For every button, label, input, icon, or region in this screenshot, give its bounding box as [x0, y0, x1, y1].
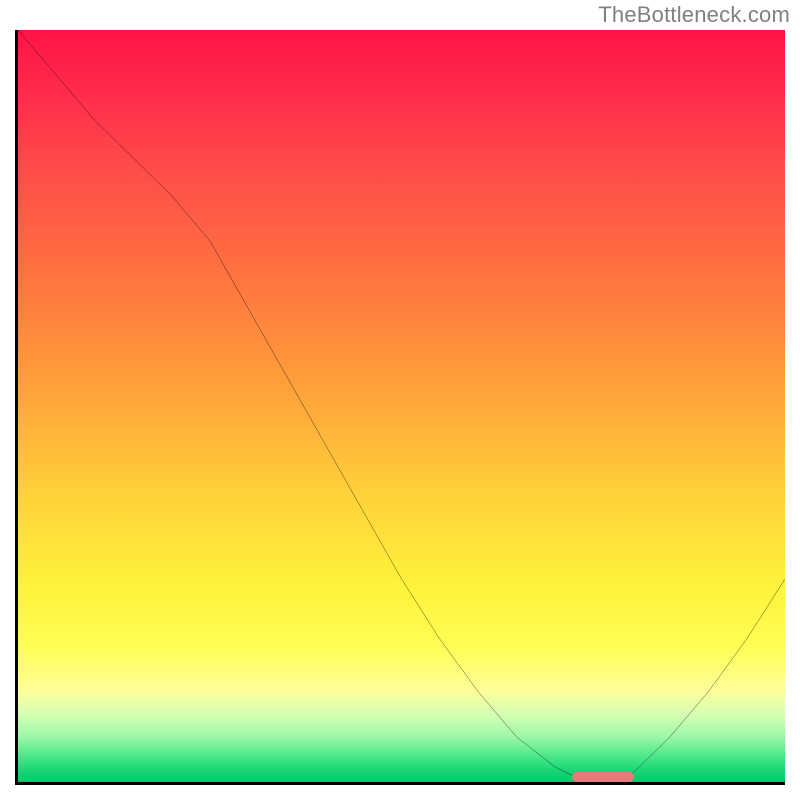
watermark-text: TheBottleneck.com — [598, 2, 790, 28]
plot-area — [15, 30, 785, 785]
curve-path — [18, 30, 785, 782]
optimum-marker — [572, 772, 634, 782]
bottleneck-curve — [18, 30, 785, 782]
